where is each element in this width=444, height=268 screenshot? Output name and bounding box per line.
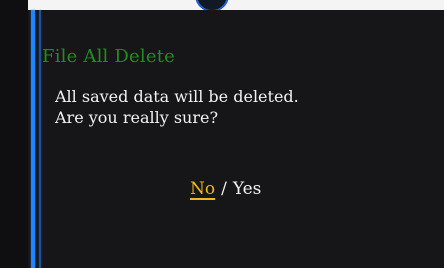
no-option[interactable]: No	[190, 179, 215, 199]
left-accent-line	[31, 10, 35, 268]
dialog-message: All saved data will be deleted. Are you …	[55, 86, 299, 128]
choice-separator: /	[221, 179, 227, 199]
choice-row: No / Yes	[190, 179, 261, 199]
yes-option[interactable]: Yes	[233, 179, 262, 199]
left-accent-line-faint	[39, 10, 41, 268]
dialog-title: File All Delete	[42, 46, 175, 67]
left-edge	[0, 0, 28, 268]
message-line: Are you really sure?	[55, 108, 219, 127]
game-screen: File All Delete All saved data will be d…	[0, 0, 444, 268]
message-line: All saved data will be deleted.	[55, 87, 299, 106]
